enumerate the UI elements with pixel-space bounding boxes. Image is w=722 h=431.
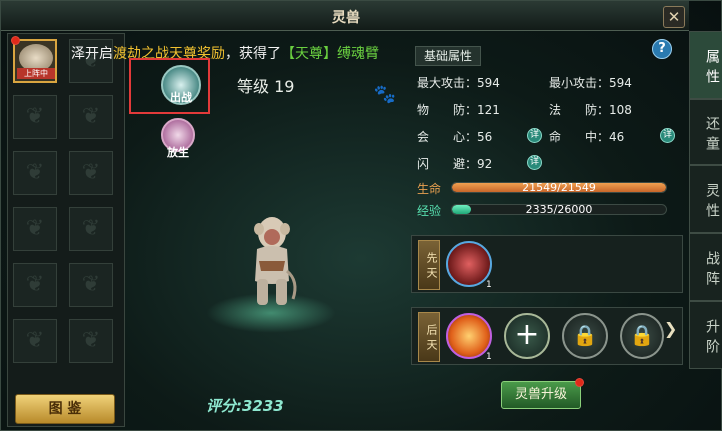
acquired-skill-level: 1 <box>486 352 492 362</box>
window-title: 灵兽 <box>332 10 360 26</box>
catalog-button[interactable]: 图 鉴 <box>15 394 115 424</box>
marquee-text-2: ，获得了 <box>225 46 281 62</box>
announcement-marquee: 泽开启渡劫之战天尊奖励，获得了【天尊】缚魂臂 <box>71 43 379 63</box>
next-skills-arrow[interactable]: ❯ <box>664 319 677 338</box>
title-bar: 灵兽 ✕ <box>1 1 689 31</box>
stat-magic-def: 法 防：108 <box>549 103 632 117</box>
tab-advance[interactable]: 升阶 <box>689 301 722 369</box>
pet-upgrade-button[interactable]: 灵兽升级 <box>501 381 581 409</box>
stat-max-attack: 最大攻击：594 <box>417 76 500 90</box>
close-button[interactable]: ✕ <box>663 6 685 28</box>
notification-dot <box>575 378 584 387</box>
innate-skills-tag: 先天 <box>418 240 440 290</box>
exp-bar: 2335/26000 <box>451 204 667 215</box>
stat-crit: 会 心：56 <box>417 130 493 144</box>
pet-window: 灵兽 ✕ 属性 还童 灵性 战阵 升阶 上阵中 ❦ ❦ ❦ ❦ ❦ ❦ ❦ ❦ … <box>0 0 722 431</box>
pet-slot-empty[interactable]: ❦ <box>13 207 57 251</box>
deploy-label: 出战 <box>170 91 192 104</box>
hp-value: 21549/21549 <box>522 182 596 193</box>
stat-hit: 命 中：46 <box>549 130 625 144</box>
pet-slot-active[interactable]: 上阵中 <box>13 39 57 83</box>
release-label: 放生 <box>167 146 189 159</box>
exp-label: 经验 <box>417 204 442 218</box>
pet-score: 评分:3233 <box>206 397 284 415</box>
pet-slot-empty[interactable]: ❦ <box>13 151 57 195</box>
stat-dodge: 闪 避：92 <box>417 157 493 171</box>
pet-slot-empty[interactable]: ❦ <box>69 207 113 251</box>
pet-slot-empty[interactable]: ❦ <box>13 319 57 363</box>
add-skill-button[interactable]: + <box>504 313 550 359</box>
deployed-badge: 上阵中 <box>17 68 55 79</box>
pet-model[interactable] <box>243 211 301 309</box>
pet-level: 等级 19 <box>237 77 295 96</box>
pet-slot-empty[interactable]: ❦ <box>69 263 113 307</box>
acquired-skills-row: 后天 1 + 🔒 🔒 <box>411 307 683 365</box>
hp-bar: 21549/21549 <box>451 182 667 193</box>
acquired-skills-tag: 后天 <box>418 312 440 362</box>
pet-slot-empty[interactable]: ❦ <box>69 319 113 363</box>
pet-slot-empty[interactable]: ❦ <box>69 151 113 195</box>
paw-icon[interactable]: 🐾 <box>373 83 397 107</box>
crit-detail-icon[interactable]: 详 <box>527 128 542 143</box>
innate-skills-row: 先天 1 <box>411 235 683 293</box>
marquee-text-1: 泽开启 <box>71 46 113 62</box>
hp-label: 生命 <box>417 182 442 196</box>
pet-slot-empty[interactable]: ❦ <box>13 95 57 139</box>
tab-rejuvenate[interactable]: 还童 <box>689 99 722 165</box>
tab-spirit[interactable]: 灵性 <box>689 165 722 233</box>
tab-basic-attributes[interactable]: 基础属性 <box>415 46 481 66</box>
innate-skill-level: 1 <box>486 280 492 290</box>
tab-formation[interactable]: 战阵 <box>689 233 722 301</box>
hit-detail-icon[interactable]: 详 <box>660 128 675 143</box>
stat-min-attack: 最小攻击：594 <box>549 76 632 90</box>
help-button[interactable]: ? <box>652 39 672 59</box>
exp-value: 2335/26000 <box>525 204 593 215</box>
stat-phys-def: 物 防：121 <box>417 103 500 117</box>
notification-dot <box>11 36 20 45</box>
locked-skill-slot[interactable]: 🔒 <box>620 313 664 359</box>
marquee-item: 【天尊】缚魂臂 <box>281 46 379 62</box>
dodge-detail-icon[interactable]: 详 <box>527 155 542 170</box>
pet-slot-empty[interactable]: ❦ <box>69 95 113 139</box>
tab-attributes[interactable]: 属性 <box>689 31 722 99</box>
locked-skill-slot[interactable]: 🔒 <box>562 313 608 359</box>
pet-slot-empty[interactable]: ❦ <box>13 263 57 307</box>
